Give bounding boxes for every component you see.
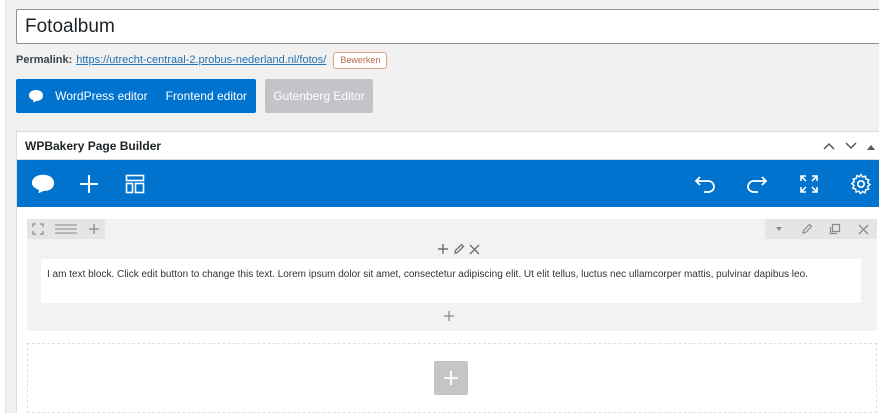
panel-controls: [823, 132, 875, 160]
wordpress-editor-link[interactable]: WordPress editor: [55, 89, 165, 103]
panel-title: WPBakery Page Builder: [25, 138, 162, 153]
post-title-input[interactable]: [16, 9, 879, 44]
wpbakery-logo-icon: [16, 79, 55, 113]
panel-header: WPBakery Page Builder: [17, 132, 879, 160]
gutenberg-editor-button[interactable]: Gutenberg Editor: [265, 79, 373, 113]
add-element-to-column-icon[interactable]: [443, 309, 455, 327]
text-block-element[interactable]: I am text block. Click edit button to ch…: [41, 259, 861, 303]
add-to-column-icon[interactable]: [437, 243, 449, 255]
collapse-toggle-icon[interactable]: [867, 139, 875, 153]
templates-icon[interactable]: [123, 172, 147, 196]
frontend-editor-link[interactable]: Frontend editor: [166, 89, 256, 103]
settings-gear-icon[interactable]: [849, 172, 873, 196]
clone-row-icon[interactable]: [821, 219, 849, 239]
add-row-button[interactable]: [434, 361, 468, 395]
add-element-icon[interactable]: [77, 172, 101, 196]
permalink-label: Permalink:: [16, 54, 73, 66]
row-controls-right: [765, 219, 877, 239]
move-up-icon[interactable]: [823, 139, 835, 153]
permalink-row: Permalink: https://utrecht-centraal-2.pr…: [16, 51, 388, 69]
empty-row-dropzone: [27, 343, 877, 413]
left-edge: [0, 0, 6, 413]
edit-permalink-button[interactable]: Bewerken: [333, 51, 388, 69]
row-toggle-icon[interactable]: [765, 219, 793, 239]
wpbakery-logo-icon[interactable]: [31, 172, 55, 196]
move-down-icon[interactable]: [845, 139, 857, 153]
builder-toolbar: [17, 160, 879, 207]
permalink-link[interactable]: https://utrecht-centraal-2.probus-nederl…: [76, 54, 326, 66]
delete-row-icon[interactable]: [849, 219, 877, 239]
undo-icon[interactable]: [693, 172, 717, 196]
editor-switch-bar: WordPress editor Frontend editor: [16, 79, 256, 113]
fullscreen-icon[interactable]: [797, 172, 821, 196]
wpbakery-panel: WPBakery Page Builder I am text block. C…: [16, 131, 879, 413]
redo-icon[interactable]: [745, 172, 769, 196]
row-controls-left: [27, 219, 105, 239]
builder-row: I am text block. Click edit button to ch…: [27, 219, 877, 331]
delete-column-icon[interactable]: [469, 244, 480, 255]
row-layout-icon[interactable]: [49, 219, 83, 239]
add-column-icon[interactable]: [83, 219, 105, 239]
drag-move-icon[interactable]: [27, 219, 49, 239]
edit-row-icon[interactable]: [793, 219, 821, 239]
edit-column-icon[interactable]: [453, 243, 465, 255]
column-controls: [437, 241, 480, 257]
